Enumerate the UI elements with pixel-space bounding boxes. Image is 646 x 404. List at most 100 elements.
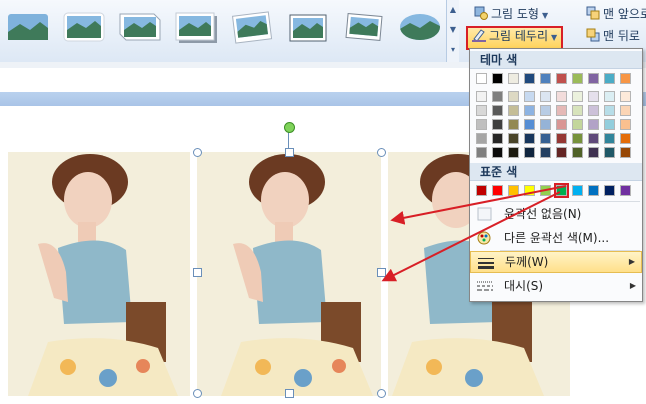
picture-style-oval[interactable] [398, 10, 442, 44]
standard-color-swatch[interactable] [572, 185, 583, 196]
theme-shade-swatch[interactable] [588, 91, 599, 102]
photo-center-selected[interactable] [197, 152, 381, 396]
theme-shade-swatch[interactable] [524, 91, 535, 102]
resize-handle-bottom-right[interactable] [377, 389, 386, 398]
theme-shade-swatch[interactable] [540, 91, 551, 102]
theme-shade-swatch[interactable] [572, 147, 583, 158]
theme-shade-swatch[interactable] [556, 119, 567, 130]
resize-handle-right[interactable] [377, 268, 386, 277]
theme-shade-swatch[interactable] [572, 133, 583, 144]
theme-shade-swatch[interactable] [556, 91, 567, 102]
theme-shade-swatch[interactable] [572, 91, 583, 102]
theme-color-swatch[interactable] [508, 73, 519, 84]
theme-shade-swatch[interactable] [492, 119, 503, 130]
theme-color-swatch[interactable] [476, 73, 487, 84]
theme-shade-swatch[interactable] [524, 105, 535, 116]
theme-shade-swatch[interactable] [524, 133, 535, 144]
theme-color-swatch[interactable] [540, 73, 551, 84]
standard-color-swatch[interactable] [524, 185, 535, 196]
dashes-item[interactable]: 대시(S) ▶ [470, 275, 642, 297]
rotate-handle[interactable] [284, 122, 295, 133]
theme-shade-swatch[interactable] [476, 133, 487, 144]
theme-shade-swatch[interactable] [508, 119, 519, 130]
photo-left[interactable] [8, 152, 190, 396]
picture-style-double-frame[interactable] [286, 10, 330, 44]
picture-style-bevel[interactable] [118, 10, 162, 44]
theme-shade-swatch[interactable] [604, 105, 615, 116]
theme-shade-swatch[interactable] [620, 119, 631, 130]
theme-shade-swatch[interactable] [588, 105, 599, 116]
theme-shade-swatch[interactable] [524, 119, 535, 130]
theme-shade-swatch[interactable] [524, 147, 535, 158]
theme-shade-swatch[interactable] [620, 91, 631, 102]
resize-handle-top[interactable] [285, 148, 294, 157]
standard-color-swatch[interactable] [554, 183, 569, 198]
theme-shade-swatch[interactable] [540, 119, 551, 130]
resize-handle-bottom-left[interactable] [193, 389, 202, 398]
theme-shade-swatch[interactable] [492, 133, 503, 144]
theme-shade-swatch[interactable] [556, 147, 567, 158]
theme-color-swatch[interactable] [556, 73, 567, 84]
theme-shade-swatch[interactable] [540, 147, 551, 158]
standard-color-swatch[interactable] [604, 185, 615, 196]
resize-handle-top-right[interactable] [377, 148, 386, 157]
theme-shade-swatch[interactable] [508, 105, 519, 116]
no-outline-item[interactable]: 윤곽선 없음(N) [470, 203, 642, 225]
theme-shade-swatch[interactable] [476, 147, 487, 158]
theme-color-swatch[interactable] [524, 73, 535, 84]
theme-shade-swatch[interactable] [476, 119, 487, 130]
standard-color-swatch[interactable] [540, 185, 551, 196]
theme-shade-swatch[interactable] [508, 91, 519, 102]
theme-shade-swatch[interactable] [620, 147, 631, 158]
theme-shade-swatch[interactable] [588, 147, 599, 158]
theme-color-swatch[interactable] [588, 73, 599, 84]
theme-shade-swatch[interactable] [492, 147, 503, 158]
picture-style-shadow[interactable] [174, 10, 218, 44]
theme-shade-swatch[interactable] [620, 105, 631, 116]
resize-handle-bottom[interactable] [285, 389, 294, 398]
theme-shade-swatch[interactable] [508, 147, 519, 158]
theme-shade-swatch[interactable] [604, 133, 615, 144]
theme-shade-swatch[interactable] [492, 91, 503, 102]
picture-style-tilted-white-frame[interactable] [230, 10, 274, 44]
chevron-up-icon[interactable]: ▲ [447, 0, 459, 20]
picture-style-rotated-frame[interactable] [342, 10, 386, 44]
theme-shade-swatch[interactable] [604, 91, 615, 102]
theme-color-swatch[interactable] [492, 73, 503, 84]
picture-style-soft-edge[interactable] [62, 10, 106, 44]
theme-color-swatch[interactable] [572, 73, 583, 84]
theme-shade-swatch[interactable] [556, 133, 567, 144]
theme-shade-swatch[interactable] [492, 105, 503, 116]
standard-color-swatch[interactable] [492, 185, 503, 196]
more-outline-colors-item[interactable]: 다른 윤곽선 색(M)... [470, 227, 642, 249]
theme-shade-swatch[interactable] [572, 105, 583, 116]
theme-color-swatch[interactable] [620, 73, 631, 84]
picture-shape-button[interactable]: 그림 도형 ▼ [470, 4, 552, 24]
theme-shade-swatch[interactable] [588, 119, 599, 130]
theme-shade-swatch[interactable] [476, 91, 487, 102]
theme-shade-swatch[interactable] [604, 147, 615, 158]
theme-shade-swatch[interactable] [588, 133, 599, 144]
theme-shade-swatch[interactable] [540, 133, 551, 144]
theme-shade-swatch[interactable] [476, 105, 487, 116]
theme-shade-swatch[interactable] [604, 119, 615, 130]
picture-style-rounded-rect[interactable] [6, 10, 50, 44]
theme-shade-swatch[interactable] [556, 105, 567, 116]
more-icon[interactable]: ▾ [447, 40, 459, 60]
send-backward-button[interactable]: 맨 뒤로 [582, 26, 644, 46]
standard-color-swatch[interactable] [508, 185, 519, 196]
theme-shade-swatch[interactable] [572, 119, 583, 130]
weight-item[interactable]: 두께(W) ▶ [470, 251, 642, 273]
bring-forward-button[interactable]: 맨 앞으로 [582, 4, 646, 24]
standard-color-swatch[interactable] [588, 185, 599, 196]
theme-shade-swatch[interactable] [620, 133, 631, 144]
standard-color-swatch[interactable] [620, 185, 631, 196]
gallery-scroll[interactable]: ▲ ▼ ▾ [446, 0, 459, 62]
theme-shade-swatch[interactable] [540, 105, 551, 116]
chevron-down-icon[interactable]: ▼ [447, 20, 459, 40]
standard-color-swatch[interactable] [476, 185, 487, 196]
theme-color-swatch[interactable] [604, 73, 615, 84]
theme-shade-swatch[interactable] [508, 133, 519, 144]
resize-handle-top-left[interactable] [193, 148, 202, 157]
picture-border-button[interactable]: 그림 테두리 ▼ [466, 26, 564, 50]
